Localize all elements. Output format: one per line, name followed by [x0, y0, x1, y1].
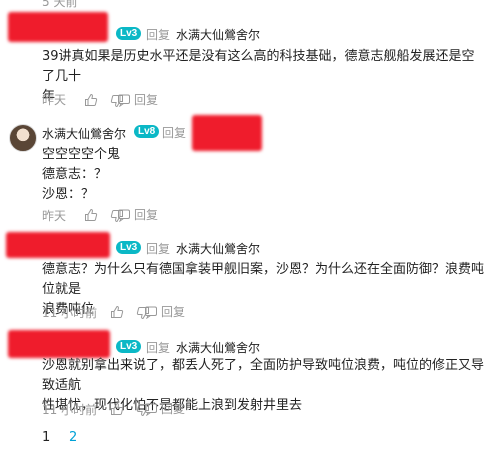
comment-text: 空空空空个鬼 德意志：？ 沙恩：？ — [42, 145, 482, 205]
level-badge: Lv3 — [116, 340, 142, 353]
redacted-username — [6, 232, 110, 258]
level-badge: Lv3 — [116, 241, 142, 254]
reply-target-username[interactable]: 水满大仙鶯舍尔 — [176, 26, 260, 43]
comment-text-line: 空空空空个鬼 — [42, 147, 121, 162]
comment-date: 11 小时前 — [42, 306, 98, 320]
comment-text-line: 沙恩：？ — [42, 187, 95, 202]
thumb-up-icon[interactable] — [84, 93, 98, 107]
comment-text-line: 德意志：？ — [42, 167, 108, 182]
avatar[interactable] — [9, 124, 37, 152]
reply-button[interactable]: 回复 — [161, 401, 185, 417]
redacted-username — [8, 330, 110, 358]
comment-text-line: 39讲真如果是历史水平还是没有这么高的科技基础，德意志舰船发展还是空了几十 — [42, 49, 475, 84]
reply-target-username[interactable]: 水满大仙鶯舍尔 — [176, 240, 260, 257]
page-1-current[interactable]: 1 — [42, 430, 50, 446]
reply-label: 回复 — [146, 28, 171, 42]
comment-time: 5 天前 — [42, 0, 78, 9]
comment-icon[interactable] — [144, 402, 158, 416]
reply-label: 回复 — [146, 242, 171, 256]
reply-button[interactable]: 回复 — [161, 304, 185, 320]
comment-text-line: 年 — [42, 89, 56, 104]
thumb-up-icon[interactable] — [110, 402, 124, 416]
username[interactable]: 水满大仙鶯舍尔 — [42, 125, 126, 142]
reply-button[interactable]: 回复 — [134, 92, 158, 108]
page-2-link[interactable]: 2 — [69, 430, 77, 446]
reply-label: 回复 — [146, 341, 171, 355]
comment-date: 昨天 — [42, 93, 67, 107]
comment-icon[interactable] — [117, 208, 131, 222]
comment-text-line: 沙恩就别拿出来说了，都丢人死了，全面防护导致吨位浪费，吨位的修正又导致适航 — [42, 358, 485, 393]
level-badge: Lv3 — [116, 27, 142, 40]
comment-text-line: 德意志？为什么只有德国拿装甲舰旧案，沙恩？为什么还在全面防御？浪费吨位就是 — [42, 262, 485, 297]
comment-date: 11 小时前 — [42, 403, 98, 417]
comment-date: 昨天 — [42, 209, 67, 223]
thumb-up-icon[interactable] — [110, 305, 124, 319]
reply-label: 回复 — [162, 126, 187, 140]
reply-target-username[interactable]: 水满大仙鶯舍尔 — [176, 339, 260, 356]
redacted-username — [8, 12, 108, 42]
comment-icon[interactable] — [117, 93, 131, 107]
reply-button[interactable]: 回复 — [134, 207, 158, 223]
comment-text: 39讲真如果是历史水平还是没有这么高的科技基础，德意志舰船发展还是空了几十 年 — [42, 47, 482, 107]
level-badge: Lv8 — [134, 125, 160, 138]
thumb-up-icon[interactable] — [84, 208, 98, 222]
comment-icon[interactable] — [144, 305, 158, 319]
